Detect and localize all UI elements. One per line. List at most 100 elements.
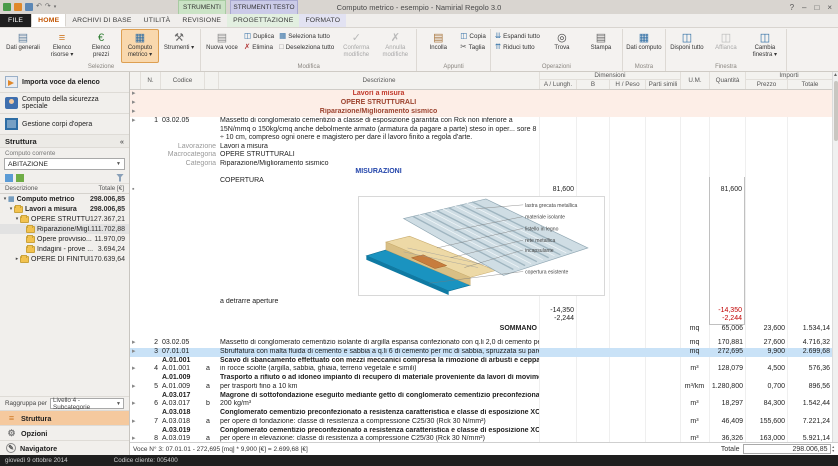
seleziona-tutto-button[interactable]: ▦ Seleziona tutto <box>277 31 336 41</box>
redo-icon[interactable]: ↷ <box>45 3 51 11</box>
tab-progettazione[interactable]: PROGETTAZIONE <box>227 13 300 27</box>
elimina-button[interactable]: ✗ Elimina <box>242 42 276 52</box>
table-row[interactable]: A.01.001 Scavo di sbancamento effettuato … <box>130 357 832 366</box>
row-expand-icon[interactable]: ▸ <box>130 383 140 392</box>
tree-item[interactable]: ▾ Lavori a misura 298.006,85 <box>0 204 129 214</box>
table-row[interactable]: Categoria Riparazione/Miglioramento sismi… <box>130 160 832 169</box>
table-row[interactable]: ▸ 8 A.03.019 a per opere in elevazione: clas… <box>130 435 832 442</box>
cambia-finestra-button[interactable]: ◫ Cambia finestra ▾ <box>746 29 784 63</box>
tab-revisione[interactable]: REVISIONE <box>176 13 227 27</box>
computo-corrente-select[interactable]: ABITAZIONE ▼ <box>4 158 125 170</box>
spinner-icons[interactable]: ▲ ▼ <box>831 445 835 453</box>
tree-item[interactable]: ▸OPERE DI FINITURA170.639,64 <box>0 254 129 264</box>
row-expand-icon[interactable]: ▸ <box>130 339 140 348</box>
table-row[interactable]: ▸ 1 03.02.05 Massetto di conglomerato cemen… <box>130 117 832 143</box>
help-icon[interactable]: ? <box>790 3 794 12</box>
minimize-icon[interactable]: – <box>802 3 806 12</box>
collapse-tree-icon[interactable] <box>16 173 24 182</box>
table-row[interactable]: Lavorazione Lavori a misura <box>130 143 832 152</box>
table-row[interactable]: MISURAZIONI <box>130 168 832 177</box>
table-row[interactable]: A.03.019 Conglomerato cementizio preconfe… <box>130 427 832 436</box>
table-row[interactable]: ▸ 2 03.02.05 Massetto di conglomerato cemen… <box>130 339 832 348</box>
row-expand-icon[interactable]: ▸ <box>130 99 140 108</box>
save-icon[interactable] <box>25 3 33 11</box>
table-row[interactable]: ▸ 4 A.01.001 a in rocce sciolte (argilla, sa… <box>130 365 832 374</box>
affianca-button[interactable]: ◫ Affianca <box>707 29 745 63</box>
incolla-button[interactable]: ▤ Incolla <box>419 29 457 63</box>
row-expand-icon[interactable]: ▸ <box>130 348 140 357</box>
stampa-button[interactable]: ▤ Stampa <box>582 29 620 63</box>
row-expand-icon[interactable]: ▸ <box>130 90 140 99</box>
nuova-voce-button[interactable]: ▤ Nuova voce <box>203 29 241 63</box>
riduci-tutto-button[interactable]: ⇈ Riduci tutto <box>493 42 542 52</box>
dati-generali-button[interactable]: ▤ Dati generali <box>4 29 42 63</box>
row-expand-icon[interactable]: ▸ <box>130 117 140 143</box>
table-row[interactable]: lastra grecata metallica materiale isola… <box>130 194 832 298</box>
maximize-icon[interactable]: □ <box>814 3 819 12</box>
tab-utilità[interactable]: UTILITÀ <box>138 13 177 27</box>
table-row[interactable]: ▪ 81,600 81,600 <box>130 185 832 194</box>
row-expand-icon[interactable]: ▸ <box>130 108 140 117</box>
sidebar-nav-struttura[interactable]: ≡ Struttura <box>0 410 129 425</box>
conferma-modifiche-button[interactable]: ✓ Conferma modifiche <box>337 29 375 63</box>
gestione-corpi-button[interactable]: Gestione corpi d'opera <box>0 114 129 135</box>
filter-icon[interactable] <box>116 173 124 182</box>
row-expand-icon[interactable]: ▸ <box>130 400 140 409</box>
computo-metrico-button[interactable]: ▦ Computo metrico ▾ <box>121 29 159 63</box>
tab-formato[interactable]: FORMATO <box>299 13 347 27</box>
scroll-up-icon[interactable]: ▲ <box>833 72 838 79</box>
table-row[interactable]: ▸ Lavori a misura <box>130 90 832 99</box>
table-row[interactable]: ▸ 5 A.01.009 a per trasporti fino a 10 km m³/… <box>130 383 832 392</box>
table-row[interactable]: ▸ 6 A.03.017 b 200 kg/m³ m³ 18,297 84,300 1.542,… <box>130 400 832 409</box>
sidebar-nav-opzioni[interactable]: ⚙ Opzioni <box>0 425 129 440</box>
table-row[interactable]: A.01.009 Trasporto a rifiuto o ad idoneo … <box>130 374 832 383</box>
tree-item[interactable]: ▾ ▦ Computo metrico 298.006,85 <box>0 194 129 204</box>
vertical-scrollbar[interactable]: ▲ <box>832 72 838 442</box>
copia-button[interactable]: ◫ Copia <box>458 31 488 41</box>
dati-computo-button[interactable]: ▦ Dati computo <box>625 29 663 63</box>
table-row[interactable]: ▸ 7 A.03.018 a per opere di fondazione: clas… <box>130 418 832 427</box>
table-row[interactable]: SOMMANO mq 65,006 23,600 1.534,14 <box>130 324 832 334</box>
table-row[interactable]: Macrocategoria OPERE STRUTTURALI <box>130 151 832 160</box>
table-row[interactable]: A.03.018 Conglomerato cementizio preconfe… <box>130 409 832 418</box>
taglia-button[interactable]: ✂ Taglia <box>458 42 488 52</box>
expand-tree-icon[interactable] <box>5 173 13 182</box>
tab-archivi-di-base[interactable]: ARCHIVI DI BASE <box>66 13 137 27</box>
row-expand-icon[interactable]: ▸ <box>130 418 140 427</box>
computo-sicurezza-button[interactable]: Computo della sicurezza speciale <box>0 93 129 114</box>
tree-item[interactable]: Riparazione/Migl... 111.702,88 <box>0 224 129 234</box>
strumenti-button[interactable]: ⚒ Strumenti ▾ <box>160 29 198 63</box>
disponi-tutto-button[interactable]: ◫ Disponi tutto <box>668 29 706 63</box>
table-row[interactable]: -2,244 -2,244 <box>130 315 832 324</box>
qat-dropdown-icon[interactable]: ▾ <box>54 3 57 11</box>
group-by-select[interactable]: Livello 4 - Subcategorie ▼ <box>50 397 124 411</box>
open-icon[interactable] <box>14 3 22 11</box>
duplica-button[interactable]: ◫ Duplica <box>242 31 276 41</box>
table-row[interactable]: ▸ 3 07.01.01 Sbruffatura con malta fluida d… <box>130 347 832 357</box>
importa-voce-da-elenco-button[interactable]: Importa voce da elenco <box>0 72 129 93</box>
trova-button[interactable]: ◎ Trova <box>543 29 581 63</box>
tree-item[interactable]: Indagini - prove ... 3.694,24 <box>0 244 129 254</box>
tree-item[interactable]: Opere provvisio... 11.970,09 <box>0 234 129 244</box>
sidebar-nav-navigatore[interactable]: ✎ Navigatore <box>0 440 129 455</box>
tab-file[interactable]: FILE <box>0 13 32 27</box>
table-row[interactable]: a detrarre aperture <box>130 298 832 307</box>
table-row[interactable]: A.03.017 Magrone di sottofondazione esegu… <box>130 392 832 401</box>
table-row[interactable]: -14,350 -14,350 <box>130 306 832 315</box>
elenco-prezzi-button[interactable]: € Elenco prezzi <box>82 29 120 63</box>
deseleziona-tutto-button[interactable]: □ Deseleziona tutto <box>277 42 336 52</box>
espandi-tutto-button[interactable]: ⇊ Espandi tutto <box>493 31 542 41</box>
elenco-risorse-button[interactable]: ≡ Elenco risorse ▾ <box>43 29 81 63</box>
undo-icon[interactable]: ↶ <box>36 3 42 11</box>
row-expand-icon[interactable]: ▸ <box>130 435 140 442</box>
tree-item[interactable]: ▾OPERE STRUTTURALI127.367,21 <box>0 214 129 224</box>
tab-home[interactable]: HOME <box>31 13 67 27</box>
row-expand-icon[interactable]: ▸ <box>130 365 140 374</box>
table-row[interactable]: COPERTURA <box>130 177 832 186</box>
table-row[interactable]: ▸ Riparazione/Miglioramento sismico <box>130 108 832 117</box>
annulla-modifiche-button[interactable]: ✗ Annulla modifiche <box>376 29 414 63</box>
collapse-panel-icon[interactable]: « <box>120 137 124 146</box>
close-icon[interactable]: × <box>827 3 832 12</box>
scrollbar-thumb[interactable] <box>833 81 838 141</box>
table-row[interactable]: ▸ OPERE STRUTTURALI <box>130 99 832 108</box>
